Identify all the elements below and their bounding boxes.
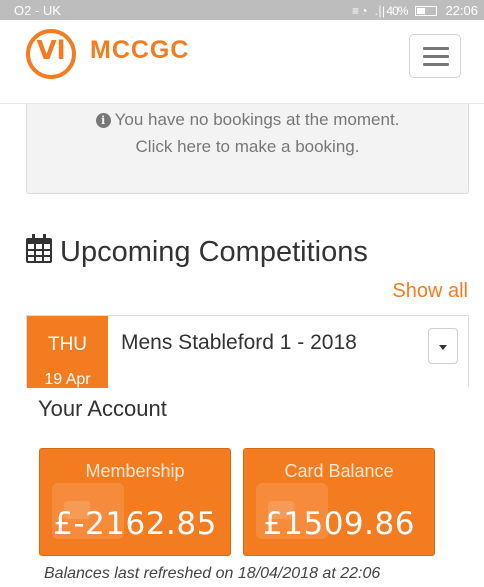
competition-date-label: 19 Apr (44, 371, 91, 388)
show-all-link[interactable]: Show all (392, 280, 468, 303)
membership-balance-tile[interactable]: Membership £-2162.85 (39, 448, 231, 556)
calendar-icon (26, 234, 52, 263)
make-booking-link[interactable]: Click here to make a booking. (27, 137, 468, 157)
no-bookings-message: i You have no bookings at the moment. (27, 110, 468, 130)
info-icon: i (95, 113, 111, 128)
club-logo[interactable]: Vl (26, 29, 76, 79)
membership-label: Membership (85, 461, 185, 481)
competition-name[interactable]: Mens Stableford 1 - 2018 (121, 331, 357, 355)
card-balance-tile[interactable]: Card Balance £1509.86 (243, 448, 435, 556)
battery-icon (415, 5, 438, 16)
logo-letters: Vl (36, 36, 66, 66)
clock: 22:06 (445, 3, 478, 18)
membership-value: £-2162.85 (53, 506, 217, 542)
bookings-panel[interactable]: i You have no bookings at the moment. Cli… (26, 104, 469, 194)
card-balance-value: £1509.86 (263, 506, 415, 542)
brand-name[interactable]: MCCGC (90, 36, 189, 65)
signal-battery-label: .∣| 40% (374, 3, 409, 18)
competition-item[interactable]: THU 19 Apr Mens Stableford 1 - 2018 (26, 315, 469, 388)
competition-date: THU 19 Apr (27, 316, 108, 388)
chevron-down-icon (439, 345, 447, 350)
carrier-label: O2 - UK (14, 3, 61, 18)
upcoming-competitions-heading: Upcoming Competitions (26, 234, 368, 269)
card-balance-label: Card Balance (284, 461, 394, 481)
status-indicators: ≡ ◔ .∣| 40% 22:06 (352, 3, 478, 18)
vibrate-wifi-icon: ≡ ◔ (352, 3, 368, 18)
competition-day: THU (47, 334, 88, 355)
status-bar: O2 - UK ≡ ◔ .∣| 40% 22:06 (0, 0, 484, 20)
your-account-heading: Your Account (38, 396, 167, 421)
menu-toggle-button[interactable] (409, 34, 461, 78)
hamburger-icon (423, 47, 449, 50)
competition-options-button[interactable] (428, 328, 458, 364)
balances-refresh-note: Balances last refreshed on 18/04/2018 at… (44, 565, 381, 582)
